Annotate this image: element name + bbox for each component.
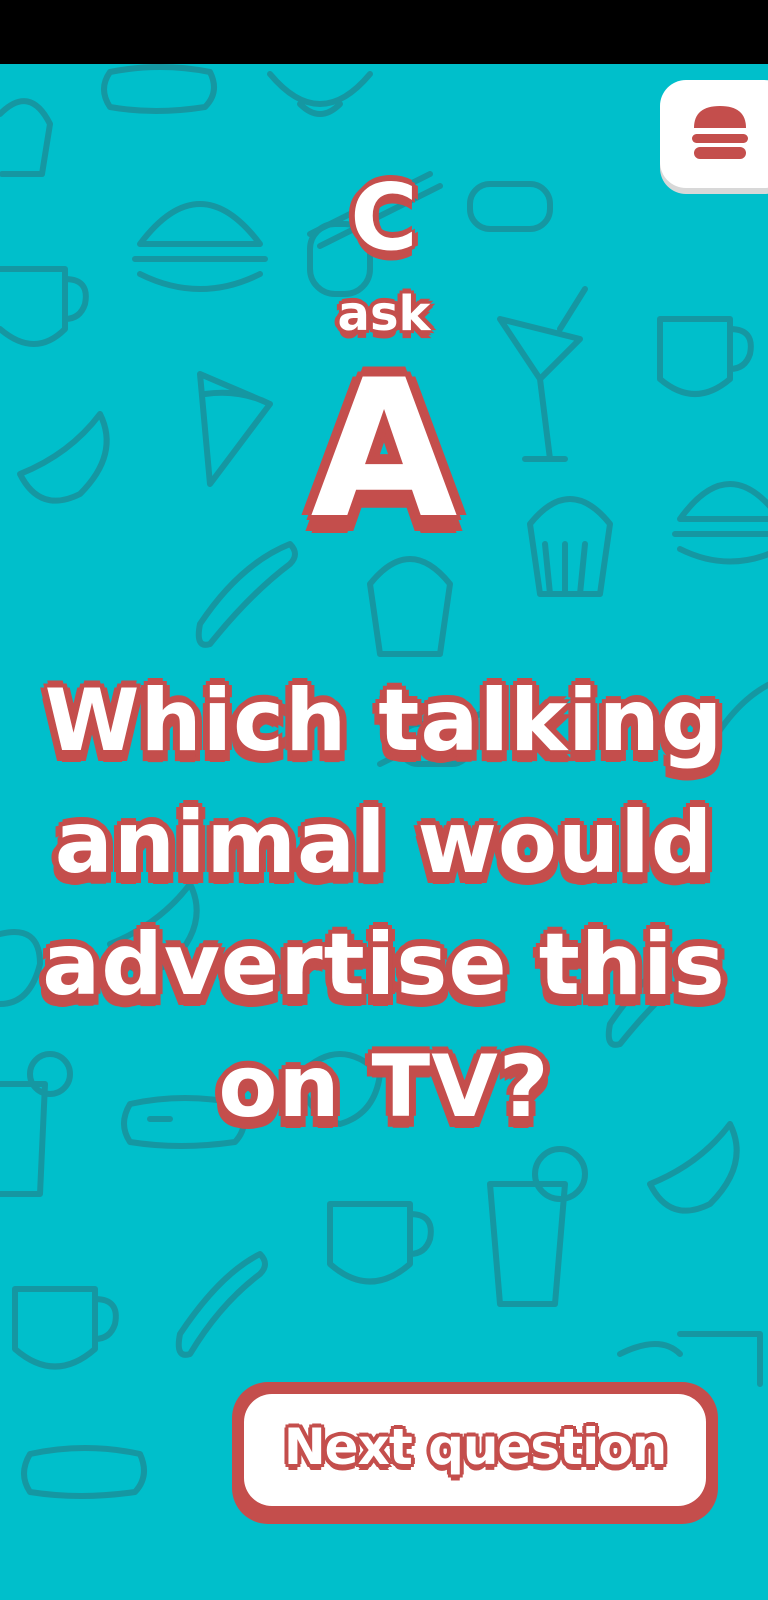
hotdog-icon-4	[175, 1251, 268, 1358]
next-question-button[interactable]: Next question	[232, 1382, 718, 1524]
cupcake-icon-3	[367, 556, 453, 657]
top-letter: C	[350, 164, 418, 271]
steak-icon-3	[21, 1445, 147, 1499]
cup-icon-2	[327, 1201, 434, 1285]
status-bar	[0, 0, 768, 64]
game-screen: C ask A Which talking animal would adver…	[0, 64, 768, 1600]
next-question-label: Next question	[283, 1418, 667, 1476]
burger-menu-icon	[692, 106, 748, 159]
question-text: Which talking animal would advertise thi…	[42, 671, 726, 1137]
next-question-button-face[interactable]: Next question	[244, 1394, 706, 1506]
drink-icon-2	[487, 1146, 588, 1307]
bottom-letter: A	[310, 339, 458, 560]
steak-icon	[101, 64, 217, 114]
cup-icon-3	[12, 1286, 119, 1370]
cupcake-icon	[0, 98, 53, 177]
bowl-icon	[267, 71, 373, 117]
ask-label: ask	[337, 286, 431, 342]
hotdog-icon	[195, 541, 298, 648]
cup-icon-4	[617, 1331, 763, 1387]
